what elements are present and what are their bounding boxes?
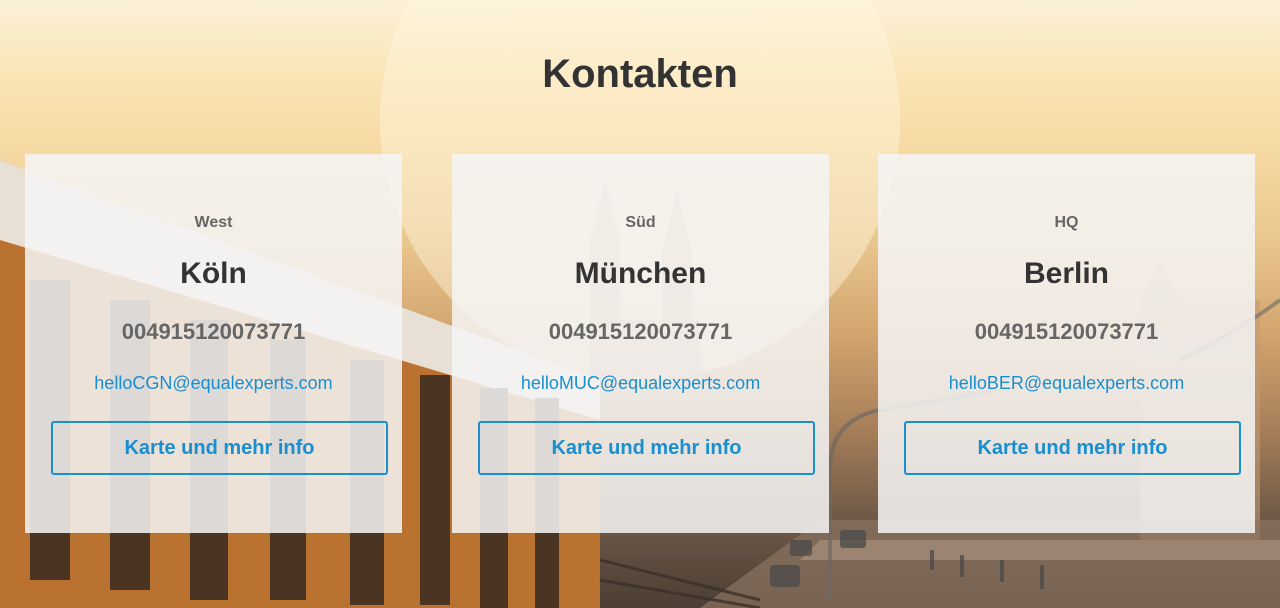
card-region-label: West xyxy=(194,214,233,231)
card-city-name: Berlin xyxy=(1023,257,1110,290)
card-phone-number[interactable]: 004915120073771 xyxy=(25,319,402,345)
card-region-label: Süd xyxy=(625,214,656,231)
card-phone-number[interactable]: 004915120073771 xyxy=(878,319,1255,345)
card-region-label: HQ xyxy=(1054,214,1079,231)
map-info-button[interactable]: Karte und mehr info xyxy=(904,421,1241,475)
page-title: Kontakten xyxy=(542,52,738,96)
contact-card-hq: HQ Berlin 004915120073771 helloBER@equal… xyxy=(878,154,1255,533)
card-city-name: Köln xyxy=(180,257,247,290)
contact-card-sued: Süd München 004915120073771 helloMUC@equ… xyxy=(452,154,829,533)
map-info-button[interactable]: Karte und mehr info xyxy=(478,421,815,475)
card-city-name: München xyxy=(574,257,707,290)
card-phone-number[interactable]: 004915120073771 xyxy=(452,319,829,345)
contact-card-west: West Köln 004915120073771 helloCGN@equal… xyxy=(25,154,402,533)
card-email-link[interactable]: helloBER@equalexperts.com xyxy=(878,372,1255,394)
map-info-button[interactable]: Karte und mehr info xyxy=(51,421,388,475)
card-email-link[interactable]: helloMUC@equalexperts.com xyxy=(452,372,829,394)
card-email-link[interactable]: helloCGN@equalexperts.com xyxy=(25,372,402,394)
